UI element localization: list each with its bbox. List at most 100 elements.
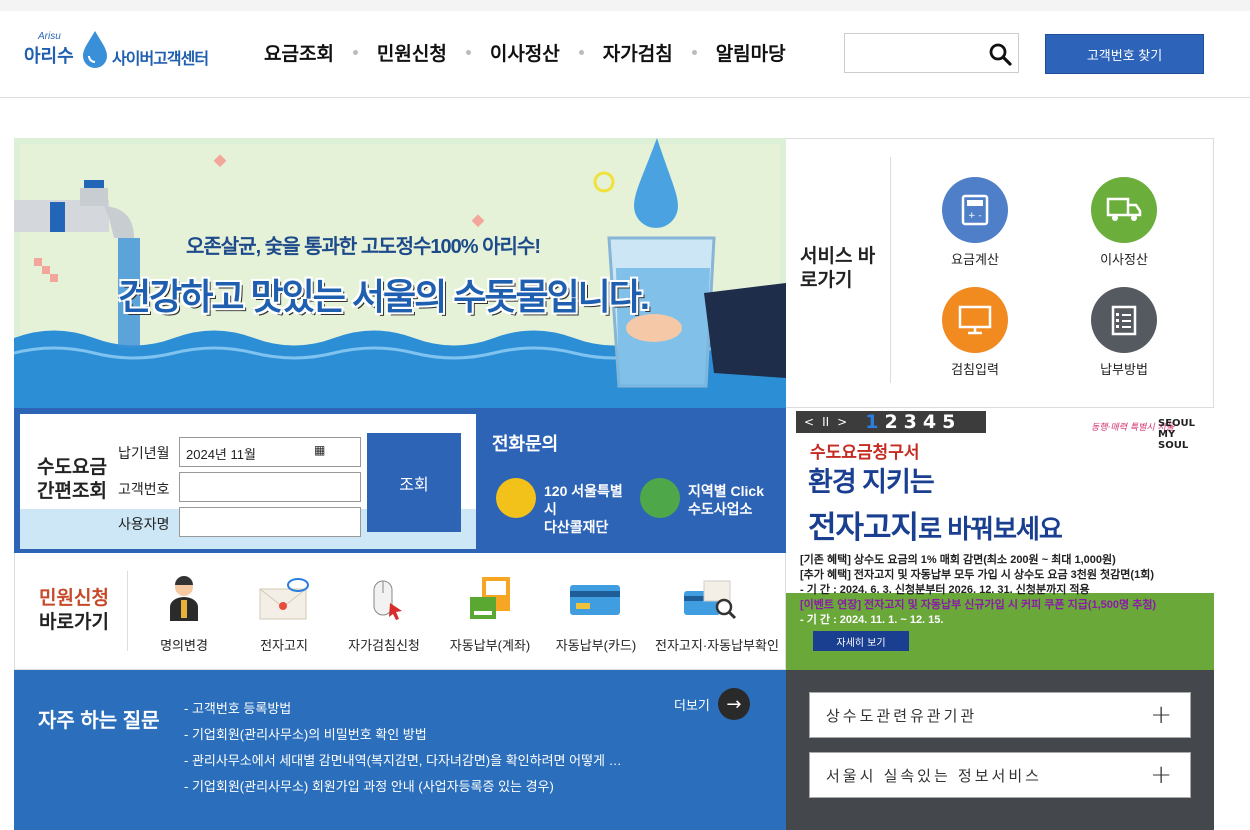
ebill-promo-banner[interactable]: < II > 1 2 3 4 5 동행·매력 특별시 서울 SEOUL MY S…: [786, 408, 1214, 670]
slide-page-3[interactable]: 3: [904, 411, 917, 433]
logo-arisu: 아리수: [24, 46, 74, 66]
water-office-link[interactable]: 지역별 Click 수도사업소: [640, 478, 780, 518]
quick-inquiry-panel: 수도요금 간편조회 납기년월 2024년 11월 ▦ 고객번호 사용자명 조회 전…: [14, 408, 786, 553]
faq-title: 자주 하는 질문: [38, 710, 160, 732]
phone-icon: [640, 478, 680, 518]
faq-list: - 고객번호 등록방법 - 기업회원(관리사무소)의 비밀번호 확인 방법 - …: [184, 696, 622, 800]
bankbook-icon: [470, 577, 510, 619]
related-agencies-label: 상수도관련유관기관: [826, 707, 978, 725]
service-label: 검침입력: [951, 362, 999, 377]
dasan-logo-icon: [496, 478, 536, 518]
ebill-title-strong: 전자고지: [808, 510, 919, 545]
service-fee-calc[interactable]: + - 요금계산: [920, 177, 1030, 268]
slide-page-2[interactable]: 2: [884, 411, 897, 433]
slide-page-1[interactable]: 1: [865, 411, 878, 433]
nav-fee-inquiry[interactable]: 요금조회: [264, 39, 334, 66]
due-month-value: 2024년 11월: [186, 447, 256, 462]
civil-self-reading[interactable]: 자가검침신청: [329, 573, 439, 654]
civil-autopay-account[interactable]: 자동납부(계좌): [435, 573, 545, 654]
due-month-field[interactable]: 2024년 11월 ▦: [179, 437, 361, 467]
phone-inquiry: 전화문의 120 서울특별시 다산콜재단 지역별 Click 수도사업소: [490, 408, 786, 553]
faq-item[interactable]: - 고객번호 등록방법: [184, 696, 622, 722]
service-move-settle[interactable]: 이사정산: [1069, 177, 1179, 268]
faq-item[interactable]: - 기업회원(관리사무소) 회원가입 과정 안내 (사업자등록증 있는 경우): [184, 774, 622, 800]
nav-separator: [465, 50, 471, 55]
monitor-icon: [942, 287, 1008, 353]
logo[interactable]: Arisu 아리수 사이버고객센터: [24, 29, 224, 73]
service-label: 요금계산: [951, 252, 999, 267]
civil-label: 자동납부(계좌): [449, 638, 531, 653]
faq-section: 자주 하는 질문 - 고객번호 등록방법 - 기업회원(관리사무소)의 비밀번호…: [14, 670, 786, 830]
civil-label: 전자고지·자동납부확인: [655, 638, 779, 653]
service-payment[interactable]: 납부방법: [1069, 287, 1179, 378]
civil-autopay-card[interactable]: 자동납부(카드): [541, 573, 651, 654]
checklist-icon: [1091, 287, 1157, 353]
faq-more-link[interactable]: 더보기 →: [674, 688, 750, 720]
water-drop-icon: [83, 31, 107, 68]
find-customer-number-button[interactable]: 고객번호 찾기: [1045, 34, 1204, 74]
customer-number-label: 고객번호: [118, 481, 170, 497]
ebill-title-rest: 로 바꿔보세요: [918, 514, 1063, 544]
customer-number-field[interactable]: [179, 472, 361, 502]
calculator-icon: + -: [942, 177, 1008, 243]
civil-ebill[interactable]: 전자고지: [229, 573, 339, 654]
seoul-info-dropdown[interactable]: 서울시 실속있는 정보서비스 +: [809, 752, 1191, 798]
civil-ebill-autopay-check[interactable]: 전자고지·자동납부확인: [655, 573, 779, 654]
truck-icon: [1091, 177, 1157, 243]
civil-name-change[interactable]: 명의변경: [129, 573, 239, 654]
nav-move-settlement[interactable]: 이사정산: [490, 39, 560, 66]
service-shortcuts: 서비스 바로가기 + - 요금계산 이사정산 검침입력 납부방법: [786, 138, 1214, 408]
nav-separator: [352, 50, 358, 55]
related-agencies-dropdown[interactable]: 상수도관련유관기관 +: [809, 692, 1191, 738]
search-input[interactable]: [851, 42, 981, 64]
civil-title-rest: 바로가기: [39, 612, 109, 633]
benefit-line: - 기 간 : 2024. 6. 3. 신청분부터 2026. 12. 31. …: [800, 584, 1090, 596]
dasan-call-link[interactable]: 120 서울특별시다산콜재단: [496, 478, 626, 535]
slide-page-4[interactable]: 4: [923, 411, 936, 433]
civil-label: 전자고지: [260, 638, 308, 653]
see-details-button[interactable]: 자세히 보기: [813, 631, 909, 651]
quick-inquiry-form: 수도요금 간편조회 납기년월 2024년 11월 ▦ 고객번호 사용자명 조회: [20, 414, 476, 549]
user-name-field[interactable]: [179, 507, 361, 537]
service-label: 납부방법: [1100, 362, 1148, 377]
faq-more-label: 더보기: [674, 698, 710, 714]
banner-headline: 건강하고 맛있는 서울의 수돗물입니다.: [118, 276, 650, 317]
faq-item[interactable]: - 관리사무소에서 세대별 감면내역(복지감면, 다자녀감면)을 확인하려면 어…: [184, 748, 622, 774]
user-name-label: 사용자명: [118, 516, 170, 532]
plus-icon: +: [1150, 760, 1172, 790]
search-box: [844, 33, 1019, 73]
service-label: 이사정산: [1100, 252, 1148, 267]
quick-inquiry-title: 수도요금 간편조회: [37, 457, 107, 502]
svg-text:+ -: + -: [968, 211, 982, 221]
civil-title-red: 민원신청: [39, 588, 109, 609]
divider: [890, 157, 891, 383]
logo-arisu-en: Arisu: [38, 31, 61, 42]
ebill-title-line1: 환경 지키는: [808, 467, 935, 497]
nav-self-reading[interactable]: 자가검침: [603, 39, 673, 66]
banner-subtitle: 오존살균, 숯을 통과한 고도정수100% 아리수!: [186, 236, 541, 258]
search-icon[interactable]: [988, 42, 1012, 66]
mouse-icon: [373, 580, 402, 620]
dasan-line1: 120 서울특별시: [544, 483, 623, 517]
benefit-line: [추가 혜택] 전자고지 및 자동납부 모두 가입 시 상수도 요금 3천원 첫…: [800, 569, 1154, 581]
prev-slide-button[interactable]: <: [804, 415, 814, 429]
service-title: 서비스 바로가기: [800, 246, 876, 291]
inquiry-button[interactable]: 조회: [367, 433, 461, 532]
nav-civil-request[interactable]: 민원신청: [377, 39, 447, 66]
next-slide-button[interactable]: >: [837, 415, 847, 429]
dasan-line2: 다산콜재단: [544, 519, 609, 535]
email-icon: [259, 578, 309, 620]
civil-label: 명의변경: [160, 638, 208, 653]
arrow-right-icon: →: [717, 688, 750, 720]
logo-cyber-center: 사이버고객센터: [112, 51, 209, 68]
service-meter-input[interactable]: 검침입력: [920, 287, 1030, 378]
card-search-icon: [684, 580, 737, 620]
site-header: Arisu 아리수 사이버고객센터 요금조회 민원신청 이사정산 자가검침 알림…: [0, 11, 1250, 98]
pause-slide-button[interactable]: II: [822, 415, 829, 429]
main-banner[interactable]: 오존살균, 숯을 통과한 고도정수100% 아리수! 건강하고 맛있는 서울의 …: [14, 138, 786, 408]
calendar-icon[interactable]: ▦: [314, 443, 325, 457]
slide-page-5[interactable]: 5: [942, 411, 955, 433]
faq-item[interactable]: - 기업회원(관리사무소)의 비밀번호 확인 방법: [184, 722, 622, 748]
main-nav: 요금조회 민원신청 이사정산 자가검침 알림마당: [264, 39, 786, 66]
nav-notice[interactable]: 알림마당: [716, 39, 786, 66]
